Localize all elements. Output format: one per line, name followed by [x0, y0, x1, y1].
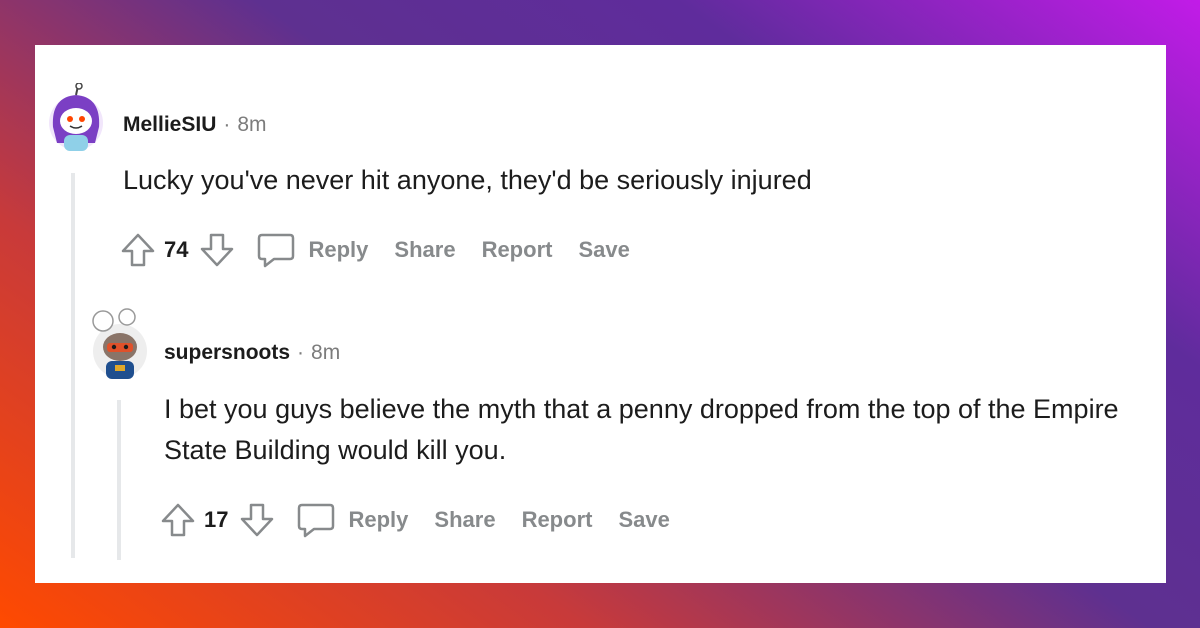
upvote-arrow-icon[interactable] — [159, 501, 197, 539]
timestamp[interactable]: 8m — [311, 341, 340, 365]
avatar[interactable] — [89, 307, 151, 381]
downvote-arrow-icon[interactable] — [238, 501, 276, 539]
comment-actions: 17 Reply Share Report Save — [159, 498, 696, 542]
vote-score: 74 — [164, 237, 189, 262]
avatar[interactable] — [47, 83, 105, 153]
comment-body: I bet you guys believe the myth that a p… — [164, 394, 1119, 465]
comment-meta: supersnoots · 8m — [164, 341, 340, 365]
comment-meta: MellieSIU · 8m — [123, 113, 267, 137]
comment-actions: 74 Reply Share Report Save — [119, 228, 656, 272]
report-button[interactable]: Report — [482, 237, 553, 263]
vote-score: 17 — [204, 507, 229, 532]
save-button[interactable]: Save — [618, 507, 669, 533]
meta-separator: · — [297, 341, 305, 364]
username[interactable]: MellieSIU — [123, 113, 216, 137]
comment-body: Lucky you've never hit anyone, they'd be… — [123, 165, 812, 195]
save-button[interactable]: Save — [578, 237, 629, 263]
reply-button[interactable]: Reply — [308, 237, 368, 263]
meta-separator: · — [223, 113, 231, 136]
speech-bubble-icon[interactable] — [256, 230, 296, 270]
report-button[interactable]: Report — [522, 507, 593, 533]
share-button[interactable]: Share — [394, 237, 455, 263]
snoo-avatar-icon — [49, 83, 103, 151]
share-button[interactable]: Share — [434, 507, 495, 533]
thread-line-top-level[interactable] — [71, 173, 75, 558]
reply-button[interactable]: Reply — [348, 507, 408, 533]
speech-bubble-icon[interactable] — [296, 500, 336, 540]
timestamp[interactable]: 8m — [237, 113, 266, 137]
downvote-arrow-icon[interactable] — [198, 231, 236, 269]
thread-line-reply[interactable] — [117, 400, 121, 560]
comment-thread-card: MellieSIU · 8m Lucky you've never hit an… — [35, 45, 1166, 583]
snoo-avatar-icon — [92, 308, 147, 379]
upvote-arrow-icon[interactable] — [119, 231, 157, 269]
username[interactable]: supersnoots — [164, 341, 290, 365]
